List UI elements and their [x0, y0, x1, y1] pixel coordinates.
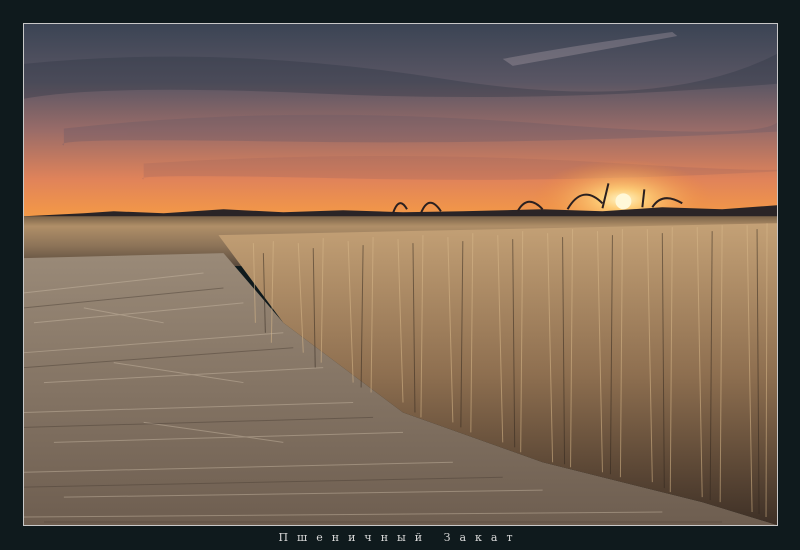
photo [23, 23, 778, 526]
photo-caption: Пшеничный Закат [278, 531, 522, 544]
photo-frame: Пшеничный Закат [0, 0, 800, 550]
sun [615, 193, 632, 210]
wheat-field-sunset-image [24, 24, 777, 525]
